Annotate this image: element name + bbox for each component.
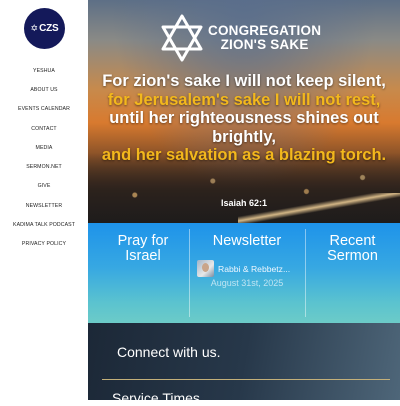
sidebar: ✡ CZS YESHUA ABOUT US EVENTS CALENDAR CO… <box>0 0 89 400</box>
czs-logo[interactable]: ✡ CZS <box>24 8 65 49</box>
nav-item-events-calendar[interactable]: EVENTS CALENDAR <box>0 100 88 119</box>
recent-sermon-title: Recent Sermon <box>327 233 378 264</box>
newsletter-title: Newsletter <box>212 233 282 249</box>
scripture-verse: For zion's sake I will not keep silent, … <box>88 72 400 165</box>
nav-item-kadima-talk-podcast[interactable]: KADIMA TALK PODCAST <box>0 215 88 234</box>
nav-item-about-us[interactable]: ABOUT US <box>0 80 88 99</box>
verse-line-2: for Jerusalem's sake I will not rest, <box>107 90 381 109</box>
verse-line-1: For zion's sake I will not keep silent, <box>102 72 386 90</box>
hero-banner: CONGREGATION ZION'S SAKE For zion's sake… <box>88 0 400 223</box>
pray-for-israel-title: Pray for Israel <box>117 233 169 264</box>
congregation-brand: CONGREGATION ZION'S SAKE <box>160 14 321 62</box>
newsletter-item-date: August 31st, 2025 <box>210 278 284 288</box>
main-nav: YESHUA ABOUT US EVENTS CALENDAR CONTACT … <box>0 61 88 254</box>
nav-item-contact[interactable]: CONTACT <box>0 119 88 138</box>
pray-for-israel-card[interactable]: Pray for Israel <box>88 223 198 323</box>
nav-item-newsletter[interactable]: NEWSLETTER <box>0 196 88 215</box>
service-times-heading: Service Times <box>112 390 200 406</box>
brand-line-2: ZION'S SAKE <box>220 37 309 52</box>
nav-item-privacy-policy[interactable]: PRIVACY POLICY <box>0 235 88 254</box>
verse-line-3: until her righteousness shines out brigh… <box>109 109 379 146</box>
logo-letters: CZS <box>39 23 59 34</box>
verse-line-4: and her salvation as a blazing torch. <box>101 146 387 164</box>
star-of-david-icon: ✡ <box>30 23 39 33</box>
nav-item-media[interactable]: MEDIA <box>0 138 88 157</box>
nav-item-sermon-net[interactable]: SERMON.NET <box>0 157 88 176</box>
newsletter-thumbnail <box>197 260 214 277</box>
feature-band: Pray for Israel Newsletter Rabbi & Rebbe… <box>88 223 400 323</box>
nav-item-yeshua[interactable]: YESHUA <box>0 61 88 80</box>
recent-sermon-card[interactable]: Recent Sermon <box>305 223 400 323</box>
verse-reference: Isaiah 62:1 <box>220 198 268 208</box>
connect-heading: Connect with us. <box>117 344 221 360</box>
newsletter-item[interactable]: Rabbi & Rebbetz... <box>197 260 305 277</box>
brand-line-1: CONGREGATION <box>208 23 322 38</box>
newsletter-card[interactable]: Newsletter Rabbi & Rebbetz... August 31s… <box>189 223 305 323</box>
footer-divider <box>102 379 390 380</box>
nav-item-give[interactable]: GIVE <box>0 177 88 196</box>
newsletter-item-title[interactable]: Rabbi & Rebbetz... <box>218 264 290 274</box>
footer-section: Connect with us. Service Times <box>88 323 400 406</box>
star-of-david-icon <box>161 14 203 62</box>
